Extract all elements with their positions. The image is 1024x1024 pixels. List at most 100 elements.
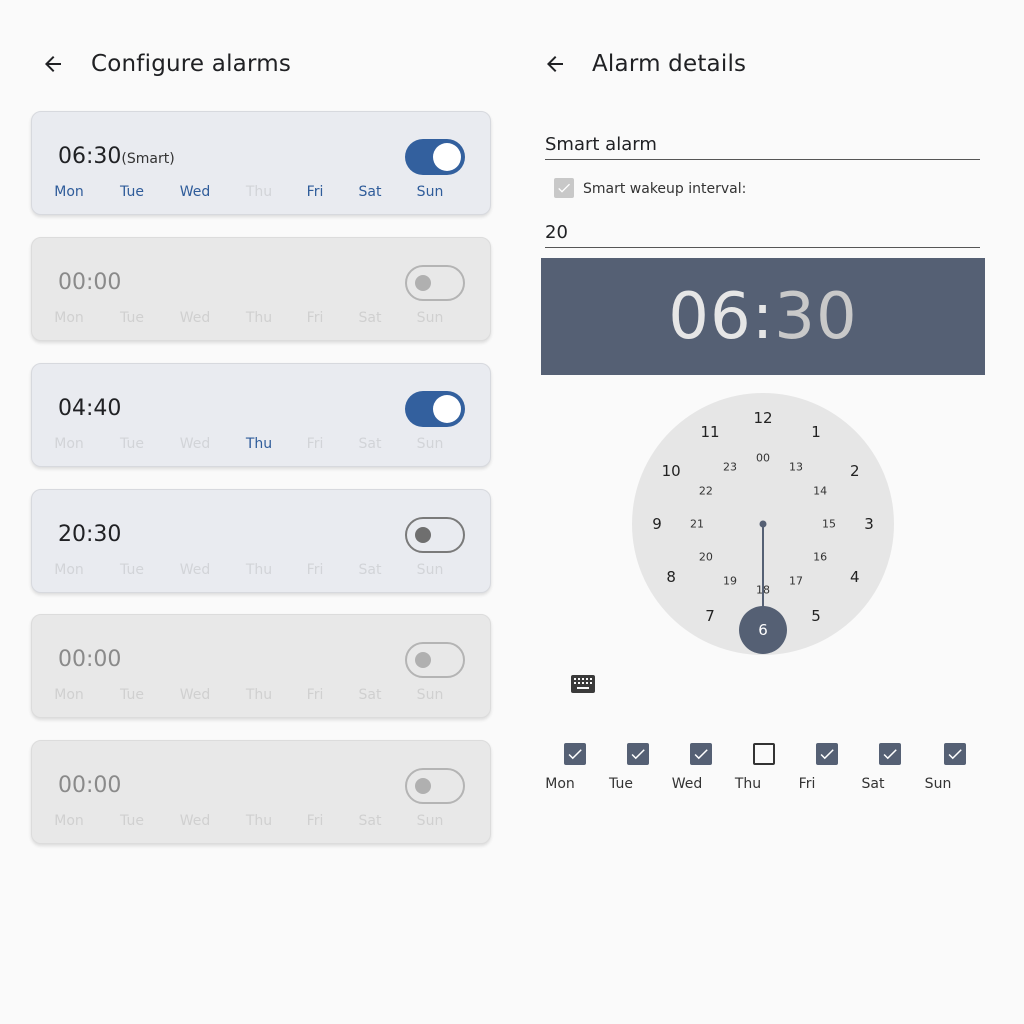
clock-number[interactable]: 10 <box>662 462 681 480</box>
weekday-label-sun: Sun <box>924 776 952 792</box>
clock-number[interactable]: 4 <box>850 568 860 586</box>
alarm-day-tue: Tue <box>120 310 144 326</box>
clock-number[interactable]: 16 <box>813 551 827 564</box>
alarm-day-sun: Sun <box>416 310 444 326</box>
clock-number[interactable]: 14 <box>813 485 827 498</box>
weekday-checkbox-thu[interactable] <box>753 743 775 765</box>
alarm-name-underline <box>545 159 980 160</box>
alarm-day-sat: Sat <box>358 562 382 578</box>
alarm-time: 06:30(Smart) <box>58 144 175 169</box>
clock-center <box>759 520 767 528</box>
clock-dial[interactable]: 12 1 2 3 4 5 6 7 8 9 10 11 00 13 14 15 16 17 18 19 20 21 22 23 <box>632 393 894 655</box>
alarm-card[interactable]: 00:00 Mon Tue Wed Thu Fri Sat Sun <box>31 740 491 844</box>
weekday-checkbox-fri[interactable] <box>816 743 838 765</box>
clock-number[interactable]: 6 <box>758 621 768 639</box>
alarm-time-value: 06:30 <box>58 144 122 169</box>
time-separator: : <box>751 280 775 354</box>
toggle-knob <box>415 275 431 291</box>
alarm-day-thu: Thu <box>245 184 273 200</box>
back-button-left[interactable] <box>41 52 65 76</box>
clock-number[interactable]: 18 <box>756 584 770 597</box>
clock-number[interactable]: 12 <box>753 409 772 427</box>
alarm-toggle[interactable] <box>405 642 465 678</box>
alarm-day-fri: Fri <box>306 310 324 326</box>
alarm-toggle[interactable] <box>405 265 465 301</box>
check-icon <box>820 749 834 760</box>
weekday-label-thu: Thu <box>734 776 762 792</box>
alarm-toggle[interactable] <box>405 768 465 804</box>
alarm-card[interactable]: 00:00 Mon Tue Wed Thu Fri Sat Sun <box>31 614 491 718</box>
clock-number[interactable]: 3 <box>864 515 874 533</box>
weekday-checkbox-mon[interactable] <box>564 743 586 765</box>
alarm-toggle[interactable] <box>405 139 465 175</box>
clock-number[interactable]: 9 <box>652 515 662 533</box>
alarm-day-mon: Mon <box>54 184 84 200</box>
clock-number[interactable]: 19 <box>723 575 737 588</box>
alarm-time-value: 00:00 <box>58 647 122 672</box>
weekday-checkbox-sat[interactable] <box>879 743 901 765</box>
alarm-day-sat: Sat <box>358 310 382 326</box>
weekday-checkbox-sun[interactable] <box>944 743 966 765</box>
alarm-day-tue: Tue <box>120 813 144 829</box>
hour-display[interactable]: 06 <box>668 280 751 354</box>
clock-number[interactable]: 7 <box>705 607 715 625</box>
alarm-day-wed: Wed <box>179 310 211 326</box>
interval-field[interactable]: 20 <box>545 222 568 243</box>
alarm-day-wed: Wed <box>179 562 211 578</box>
clock-number[interactable]: 20 <box>699 551 713 564</box>
clock-number[interactable]: 8 <box>666 568 676 586</box>
alarm-day-mon: Mon <box>54 562 84 578</box>
clock-number[interactable]: 15 <box>822 518 836 531</box>
weekday-checkbox-tue[interactable] <box>627 743 649 765</box>
alarm-day-sun: Sun <box>416 184 444 200</box>
alarm-time-value: 04:40 <box>58 396 122 421</box>
interval-underline <box>545 247 980 248</box>
clock-number[interactable]: 17 <box>789 575 803 588</box>
check-icon <box>694 749 708 760</box>
alarm-day-fri: Fri <box>306 436 324 452</box>
minute-display[interactable]: 30 <box>774 280 857 354</box>
alarm-card[interactable]: 06:30(Smart) Mon Tue Wed Thu Fri Sat Sun <box>31 111 491 215</box>
toggle-knob <box>433 143 461 171</box>
clock-number[interactable]: 00 <box>756 452 770 465</box>
alarm-days: Mon Tue Wed Thu Fri Sat Sun <box>32 562 490 582</box>
toggle-knob <box>433 395 461 423</box>
alarm-day-thu: Thu <box>245 813 273 829</box>
alarm-toggle[interactable] <box>405 391 465 427</box>
alarm-day-wed: Wed <box>179 184 211 200</box>
clock-number[interactable]: 11 <box>700 423 719 441</box>
weekday-checkbox-wed[interactable] <box>690 743 712 765</box>
clock-number[interactable]: 2 <box>850 462 860 480</box>
alarm-time: 20:30 <box>58 522 121 547</box>
smart-wakeup-label: Smart wakeup interval: <box>583 181 747 197</box>
alarm-day-mon: Mon <box>54 436 84 452</box>
clock-number[interactable]: 5 <box>811 607 821 625</box>
alarm-toggle[interactable] <box>405 517 465 553</box>
clock-number[interactable]: 22 <box>699 485 713 498</box>
alarm-time: 00:00 <box>58 647 121 672</box>
alarm-card[interactable]: 20:30 Mon Tue Wed Thu Fri Sat Sun <box>31 489 491 593</box>
alarm-day-sun: Sun <box>416 687 444 703</box>
alarm-days: Mon Tue Wed Thu Fri Sat Sun <box>32 687 490 707</box>
back-button-right[interactable] <box>543 52 567 76</box>
alarm-day-sun: Sun <box>416 436 444 452</box>
clock-face: 121234567891011001314151617181920212223 <box>652 409 874 654</box>
clock-number[interactable]: 13 <box>789 460 803 473</box>
alarm-day-mon: Mon <box>54 813 84 829</box>
alarm-name-field[interactable]: Smart alarm <box>545 134 657 155</box>
check-icon <box>883 749 897 760</box>
alarm-day-thu: Thu <box>245 436 273 452</box>
alarm-card[interactable]: 04:40 Mon Tue Wed Thu Fri Sat Sun <box>31 363 491 467</box>
clock-number[interactable]: 23 <box>723 460 737 473</box>
smart-wakeup-checkbox[interactable] <box>554 178 574 198</box>
alarm-day-thu: Thu <box>245 310 273 326</box>
alarm-day-fri: Fri <box>306 687 324 703</box>
clock-number[interactable]: 1 <box>811 423 821 441</box>
alarm-day-sun: Sun <box>416 562 444 578</box>
alarm-day-sat: Sat <box>358 184 382 200</box>
alarm-days: Mon Tue Wed Thu Fri Sat Sun <box>32 813 490 833</box>
alarm-card[interactable]: 00:00 Mon Tue Wed Thu Fri Sat Sun <box>31 237 491 341</box>
weekday-label-tue: Tue <box>609 776 633 792</box>
keyboard-toggle-button[interactable] <box>571 674 595 694</box>
clock-number[interactable]: 21 <box>690 518 704 531</box>
